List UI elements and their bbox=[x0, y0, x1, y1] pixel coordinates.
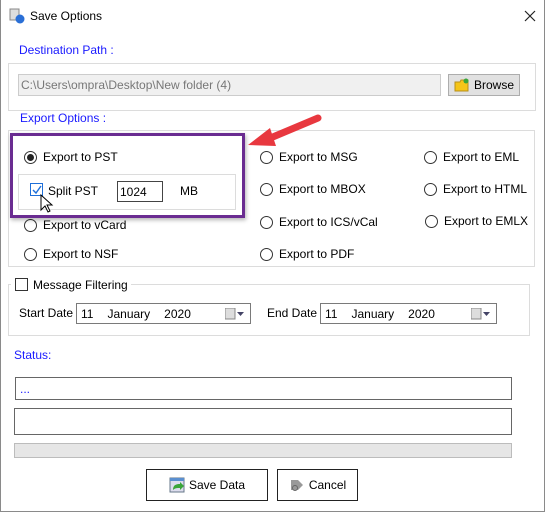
progress-bar bbox=[14, 443, 512, 458]
calendar-dropdown-icon[interactable] bbox=[471, 308, 491, 320]
export-option-label: Export to vCard bbox=[43, 218, 127, 232]
start-date-picker[interactable]: 11 January 2020 bbox=[76, 303, 251, 324]
export-option-radio[interactable]: Export to HTML bbox=[424, 182, 527, 196]
export-option-radio[interactable]: Export to vCard bbox=[24, 218, 126, 232]
end-day: 11 bbox=[325, 306, 338, 321]
start-day: 11 bbox=[81, 306, 94, 321]
message-filtering-checkbox[interactable] bbox=[15, 278, 28, 291]
export-option-label: Export to EMLX bbox=[444, 214, 529, 228]
save-data-label: Save Data bbox=[188, 478, 246, 492]
app-icon bbox=[9, 8, 25, 24]
radio-icon[interactable] bbox=[24, 247, 37, 261]
window-title: Save Options bbox=[30, 9, 103, 23]
end-year: 2020 bbox=[408, 306, 435, 321]
cancel-label: Cancel bbox=[308, 478, 347, 492]
radio-icon[interactable] bbox=[24, 218, 37, 232]
destination-path-input[interactable]: C:\Users\ompra\Desktop\New folder (4) bbox=[18, 74, 441, 96]
browse-label: Browse bbox=[473, 78, 514, 92]
radio-icon[interactable] bbox=[260, 215, 273, 229]
close-icon[interactable] bbox=[523, 9, 537, 23]
end-month: January bbox=[351, 306, 395, 321]
start-month: January bbox=[107, 306, 151, 321]
export-option-radio[interactable]: Export to PDF bbox=[260, 247, 354, 261]
destination-path-label: Destination Path : bbox=[19, 43, 114, 57]
radio-icon[interactable] bbox=[425, 214, 438, 228]
export-option-radio[interactable]: Export to MBOX bbox=[260, 182, 366, 196]
export-option-label: Export to PDF bbox=[279, 247, 355, 261]
browse-button[interactable]: Browse bbox=[448, 74, 520, 96]
calendar-dropdown-icon[interactable] bbox=[225, 308, 245, 320]
status-label: Status: bbox=[14, 348, 52, 362]
export-option-label: Export to HTML bbox=[443, 182, 528, 196]
export-options-label: Export Options : bbox=[20, 111, 107, 125]
export-option-label: Export to NSF bbox=[43, 247, 119, 261]
export-option-radio[interactable]: Export to EMLX bbox=[425, 214, 528, 228]
radio-icon[interactable] bbox=[260, 182, 273, 196]
end-date-label: End Date bbox=[267, 306, 318, 320]
folder-icon bbox=[454, 78, 469, 92]
radio-icon[interactable] bbox=[260, 247, 273, 261]
export-option-label: Export to MBOX bbox=[279, 182, 366, 196]
export-option-label: Export to ICS/vCal bbox=[279, 215, 378, 229]
cancel-button[interactable]: Cancel bbox=[277, 469, 358, 501]
highlight-box bbox=[10, 133, 245, 218]
start-date-label: Start Date bbox=[19, 306, 74, 320]
status-line-2 bbox=[14, 408, 512, 435]
status-line-1: ... bbox=[15, 377, 512, 400]
save-data-button[interactable]: Save Data bbox=[146, 469, 268, 501]
message-filtering-label: Message Filtering bbox=[33, 278, 128, 292]
annotation-arrow-icon bbox=[248, 114, 322, 146]
end-date-picker[interactable]: 11 January 2020 bbox=[320, 303, 497, 324]
export-option-radio[interactable]: Export to EML bbox=[424, 150, 519, 164]
start-year: 2020 bbox=[164, 306, 191, 321]
export-option-label: Export to EML bbox=[443, 150, 520, 164]
export-option-radio[interactable]: Export to NSF bbox=[24, 247, 118, 261]
radio-icon[interactable] bbox=[424, 150, 437, 164]
export-option-radio[interactable]: Export to ICS/vCal bbox=[260, 215, 378, 229]
cancel-icon bbox=[290, 480, 303, 491]
save-icon bbox=[169, 477, 185, 493]
radio-icon[interactable] bbox=[424, 182, 437, 196]
